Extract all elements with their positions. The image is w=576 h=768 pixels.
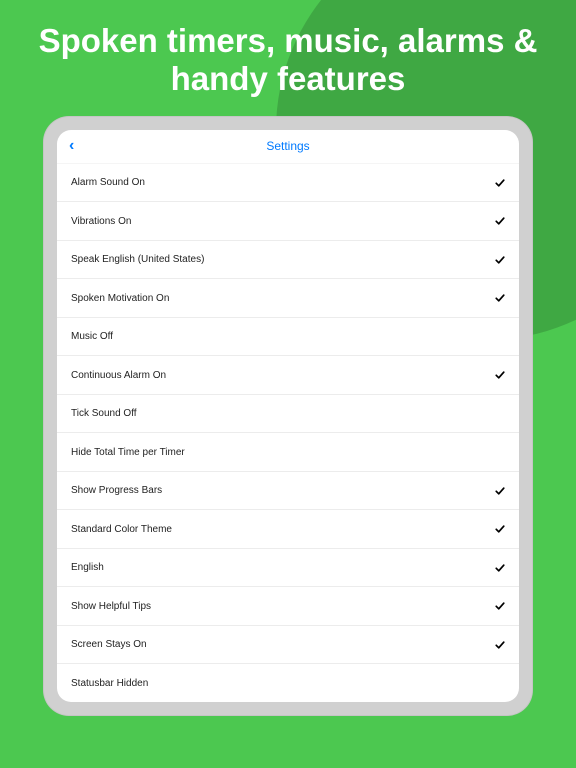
setting-label: Music Off [71,331,113,342]
check-icon [495,293,505,303]
setting-label: Speak English (United States) [71,254,204,265]
back-button[interactable]: ‹ [69,137,74,155]
setting-label: Standard Color Theme [71,524,172,535]
check-icon [495,216,505,226]
setting-label: Vibrations On [71,216,131,227]
check-icon [495,178,505,188]
setting-row[interactable]: Show Progress Bars [57,472,519,511]
setting-label: Alarm Sound On [71,177,145,188]
setting-label: Statusbar Hidden [71,678,148,689]
setting-label: Show Progress Bars [71,485,162,496]
setting-label: Show Helpful Tips [71,601,151,612]
marketing-headline: Spoken timers, music, alarms & handy fea… [0,0,576,116]
screen: ‹ Settings Alarm Sound On Vibrations On Sp… [57,130,519,702]
setting-label: Spoken Motivation On [71,293,169,304]
navigation-bar: ‹ Settings [57,130,519,164]
device-frame: ‹ Settings Alarm Sound On Vibrations On Sp… [43,116,533,716]
check-icon [495,524,505,534]
setting-row[interactable]: Continuous Alarm On [57,356,519,395]
settings-list: Alarm Sound On Vibrations On Speak English… [57,164,519,702]
setting-row[interactable]: Tick Sound Off [57,395,519,434]
setting-row[interactable]: Standard Color Theme [57,510,519,549]
check-icon [495,640,505,650]
setting-row[interactable]: Statusbar Hidden [57,664,519,702]
check-icon [495,486,505,496]
check-icon [495,601,505,611]
setting-row[interactable]: English [57,549,519,588]
setting-row[interactable]: Screen Stays On [57,626,519,665]
setting-label: Screen Stays On [71,639,147,650]
setting-row[interactable]: Vibrations On [57,202,519,241]
setting-label: Tick Sound Off [71,408,137,419]
check-icon [495,563,505,573]
setting-row[interactable]: Show Helpful Tips [57,587,519,626]
setting-row[interactable]: Music Off [57,318,519,357]
setting-row[interactable]: Speak English (United States) [57,241,519,280]
setting-label: English [71,562,104,573]
setting-row[interactable]: Spoken Motivation On [57,279,519,318]
nav-title: Settings [266,139,309,153]
setting-row[interactable]: Alarm Sound On [57,164,519,203]
setting-label: Hide Total Time per Timer [71,447,185,458]
setting-label: Continuous Alarm On [71,370,166,381]
setting-row[interactable]: Hide Total Time per Timer [57,433,519,472]
check-icon [495,370,505,380]
check-icon [495,255,505,265]
